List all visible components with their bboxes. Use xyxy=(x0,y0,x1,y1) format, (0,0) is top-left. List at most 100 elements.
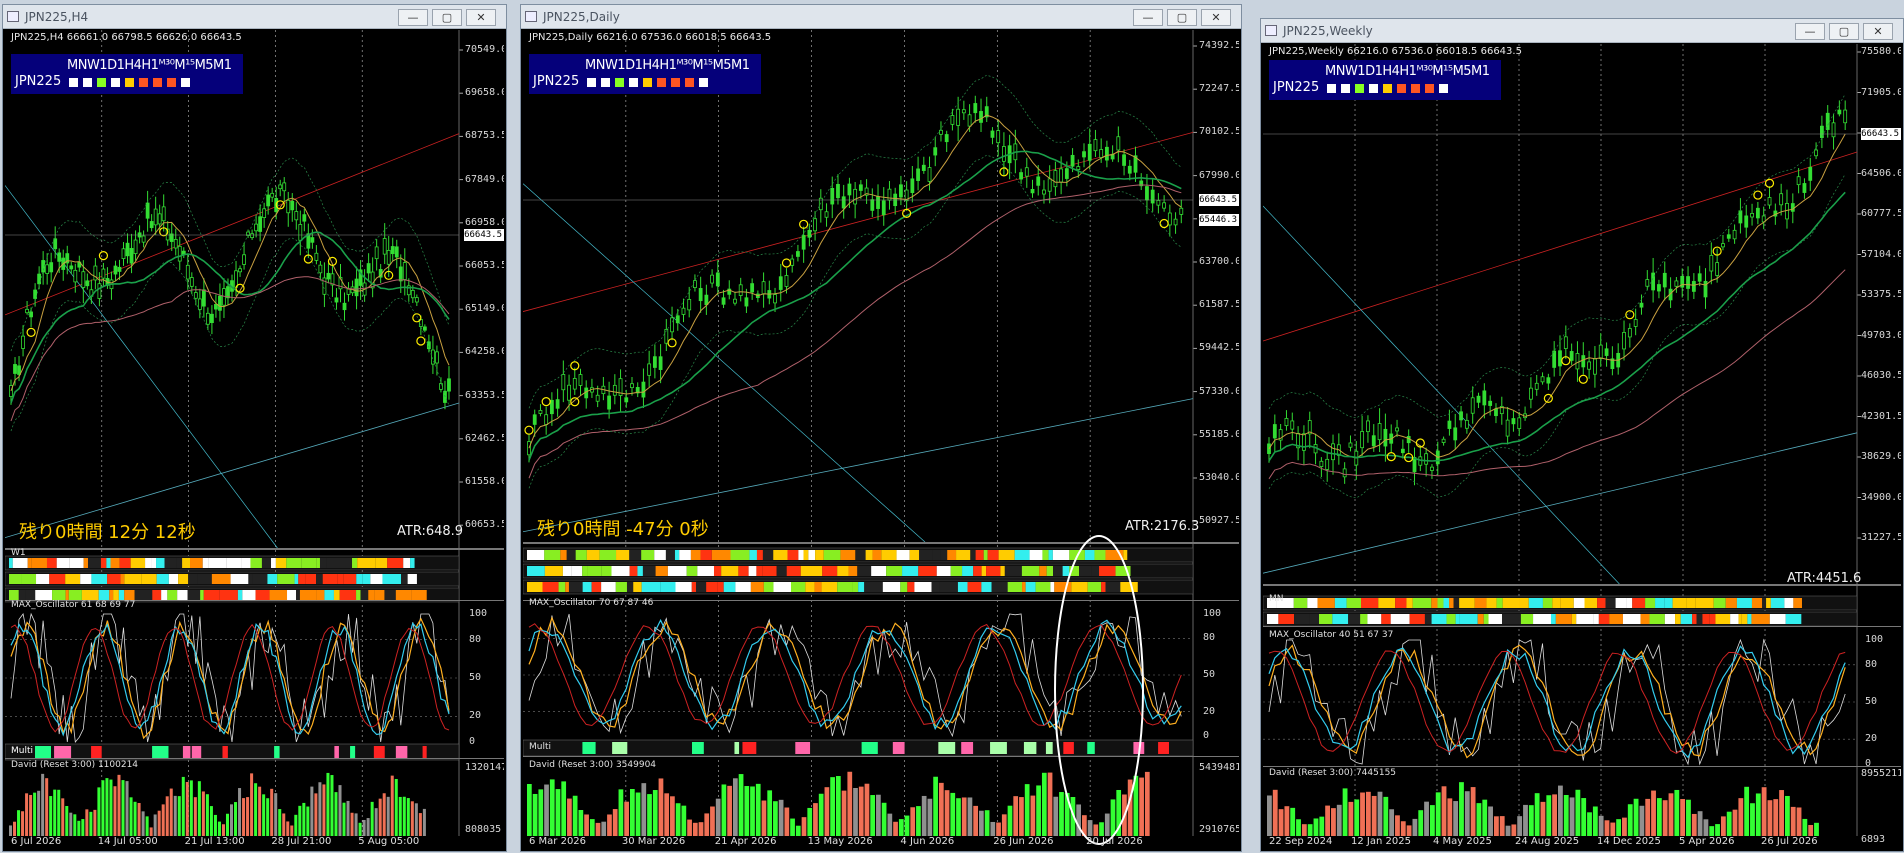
histogram-bar xyxy=(1284,806,1290,836)
strip-segment xyxy=(1004,566,1022,576)
minimize-button[interactable]: — xyxy=(1795,23,1825,40)
oscillator-level-label: 80 xyxy=(1865,658,1878,670)
close-button[interactable]: ✕ xyxy=(1863,23,1893,40)
histogram-bar xyxy=(1546,795,1552,836)
strip-segment xyxy=(902,566,919,576)
close-button[interactable]: ✕ xyxy=(1201,9,1231,26)
strip-segment xyxy=(1378,598,1396,608)
histogram-bar xyxy=(105,778,109,836)
histogram-bar xyxy=(306,806,310,836)
strip-segment xyxy=(1751,614,1770,624)
strip-segment xyxy=(690,550,701,560)
price-chart-svg[interactable] xyxy=(523,30,1239,849)
histogram-bar xyxy=(157,810,161,836)
candle-body xyxy=(21,335,25,349)
strip-segment xyxy=(269,590,288,600)
histogram-bar xyxy=(298,805,302,836)
candle-body xyxy=(17,365,21,375)
histogram-bar xyxy=(1127,779,1133,836)
candle-body xyxy=(1755,207,1760,219)
candle-body xyxy=(1482,390,1487,406)
maximize-button[interactable]: ▢ xyxy=(1167,9,1197,26)
candle-body xyxy=(1674,280,1679,287)
minimize-button[interactable]: — xyxy=(398,9,428,26)
close-button[interactable]: ✕ xyxy=(466,9,496,26)
candle-body xyxy=(1575,353,1580,370)
strip-segment xyxy=(998,550,1015,560)
chart-window-daily[interactable]: JPN225,Daily — ▢ ✕ JPN225,Daily 66216.0 … xyxy=(520,4,1242,852)
strip-segment xyxy=(711,550,731,560)
price-chart-svg[interactable] xyxy=(5,30,504,849)
trend-line xyxy=(523,132,1194,312)
david-axis-bottom: 2910765 xyxy=(1199,824,1239,835)
histogram-bar xyxy=(938,782,944,836)
histogram-bar xyxy=(1726,811,1732,836)
strip-segment xyxy=(241,558,251,568)
chart-area-weekly[interactable]: JPN225,Weekly 66216.0 67536.0 66018.5 66… xyxy=(1263,44,1901,849)
maximize-button[interactable]: ▢ xyxy=(1829,23,1859,40)
candle-body xyxy=(161,206,166,222)
strip-segment xyxy=(411,590,427,600)
chart-window-weekly[interactable]: JPN225,Weekly — ▢ ✕ JPN225,Weekly 66216.… xyxy=(1260,18,1904,852)
chart-window-h4[interactable]: JPN225,H4 — ▢ ✕ JPN225,H4 66661.0 66798.… xyxy=(2,4,507,852)
histogram-bar xyxy=(101,780,105,836)
title-bar-weekly[interactable]: JPN225,Weekly — ▢ ✕ xyxy=(1261,19,1903,43)
timeframe-labels: MNW1D1H4H1ᴹ³⁰M¹⁵M5M1 xyxy=(1325,64,1490,79)
histogram-bar xyxy=(1110,799,1116,836)
strip-segment xyxy=(1361,598,1379,608)
strip-segment xyxy=(219,590,238,600)
histogram-bar xyxy=(795,825,801,836)
strip-segment xyxy=(1409,614,1425,624)
strip-segment xyxy=(675,582,692,592)
candle-body xyxy=(73,269,78,283)
date-label: 21 Jul 13:00 xyxy=(184,836,245,847)
strip-segment xyxy=(1725,598,1737,608)
candle-body xyxy=(45,264,50,274)
histogram-bar xyxy=(1720,816,1726,836)
maximize-button[interactable]: ▢ xyxy=(432,9,462,26)
candle-body xyxy=(961,109,966,114)
histogram-bar xyxy=(1674,789,1680,836)
strip-segment xyxy=(1021,566,1040,576)
price-level-label: 42301.5 xyxy=(1861,410,1901,422)
strip-segment xyxy=(69,558,84,568)
histogram-bar xyxy=(1036,785,1041,836)
histogram-bar xyxy=(898,819,904,836)
remaining-time: 残り0時間 12分 12秒 xyxy=(19,522,196,543)
strip-segment xyxy=(798,550,804,560)
histogram-bar xyxy=(1755,793,1761,836)
chart-area-h4[interactable]: JPN225,H4 66661.0 66798.5 66626.0 66643.… xyxy=(5,30,504,849)
timeframe-square xyxy=(1425,84,1434,93)
panel-separator xyxy=(523,756,1239,757)
title-bar-daily[interactable]: JPN225,Daily — ▢ ✕ xyxy=(521,5,1241,29)
histogram-bar xyxy=(881,802,887,836)
candle-body xyxy=(125,242,130,257)
oscillator-line xyxy=(1268,644,1846,759)
histogram-bar xyxy=(1093,824,1099,836)
strip-segment xyxy=(356,574,363,584)
histogram-bar xyxy=(177,796,181,836)
histogram-bar xyxy=(85,809,89,836)
strip-segment xyxy=(599,550,617,560)
chart-area-daily[interactable]: JPN225,Daily 66216.0 67536.0 66018.5 666… xyxy=(523,30,1239,849)
histogram-bar xyxy=(89,811,93,836)
title-bar-h4[interactable]: JPN225,H4 — ▢ ✕ xyxy=(3,5,506,29)
price-level-label: 74392.5 xyxy=(1199,40,1239,51)
price-chart-svg[interactable] xyxy=(1263,44,1901,849)
strip-segment xyxy=(822,566,838,576)
minimize-button[interactable]: — xyxy=(1133,9,1163,26)
strip-segment xyxy=(161,590,168,600)
strip-segment xyxy=(1747,614,1752,624)
window-title: JPN225,Weekly xyxy=(1283,24,1373,38)
histogram-bar xyxy=(1750,803,1755,836)
oscillator-label: MAX_Oscillator 40 51 67 37 xyxy=(1269,630,1394,640)
strip-segment xyxy=(1664,598,1673,608)
strip-segment xyxy=(141,574,157,584)
strip-segment xyxy=(1046,566,1054,576)
strip-segment xyxy=(1477,614,1484,624)
david-axis-bottom: 808035 xyxy=(465,824,502,835)
multi-segment xyxy=(191,746,202,758)
price-level-label: 70549.0 xyxy=(465,44,504,55)
strip-segment xyxy=(642,566,656,576)
strip-segment xyxy=(36,574,50,584)
